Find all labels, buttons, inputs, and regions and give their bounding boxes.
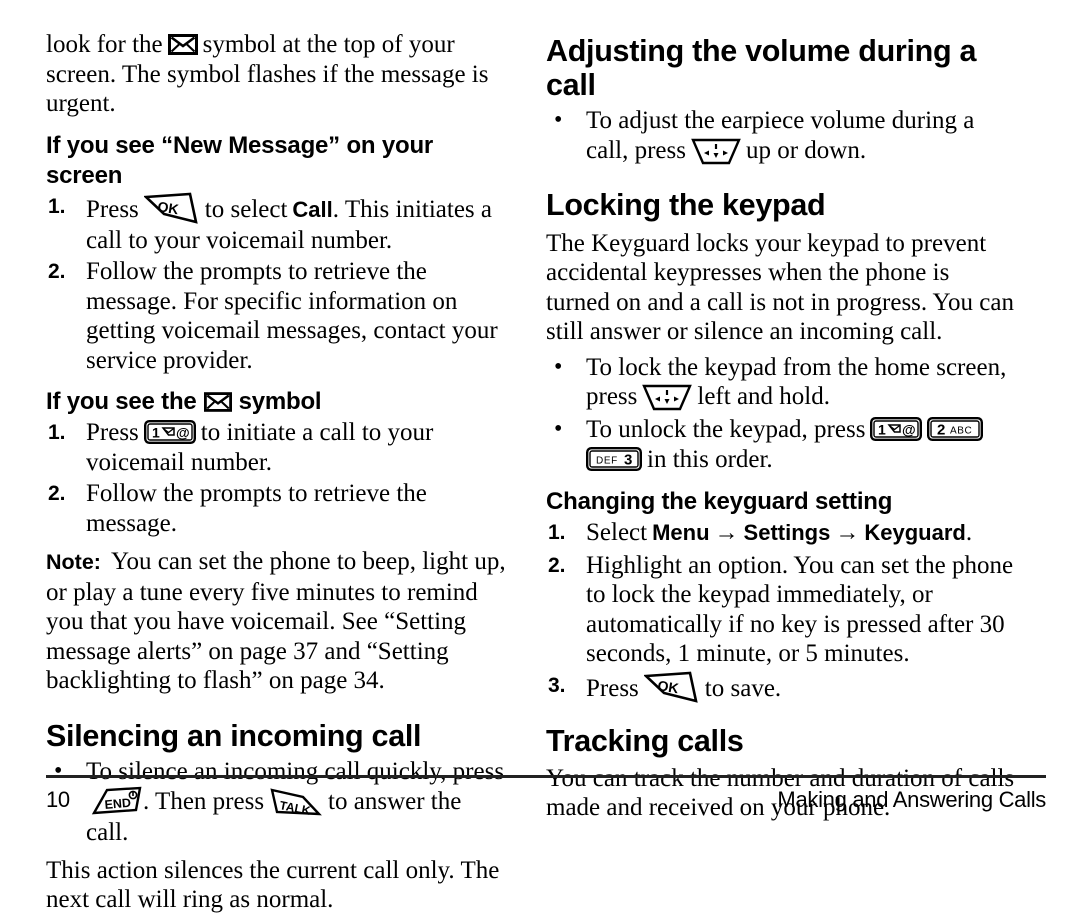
navigation-key-icon <box>642 383 693 413</box>
right-column: Adjusting the volume during a call • To … <box>546 30 1016 826</box>
key-3-def-icon: DEF 3 <box>586 446 642 471</box>
page-footer: 10 Making and Answering Calls <box>46 775 1046 813</box>
heading-label: Locking the keypad <box>546 187 826 222</box>
list-item: 3. Press OK to save. <box>546 671 1016 705</box>
envelope-icon <box>167 34 198 55</box>
footer-divider <box>46 775 1046 778</box>
subheading-changing-keyguard: Changing the keyguard setting <box>546 487 1016 517</box>
bullet-text-a: To unlock the keypad, press <box>586 416 866 443</box>
svg-text:3: 3 <box>624 451 632 468</box>
step-text-a: Press <box>86 419 139 446</box>
volume-bullets: • To adjust the earpiece volume during a… <box>546 106 1016 167</box>
svg-text:DEF: DEF <box>596 455 618 466</box>
subheading-symbol-label-b: symbol <box>238 388 322 415</box>
heading-label: Silencing an incoming call <box>46 718 422 753</box>
intro-paragraph: look for the symbol at the top of your s… <box>46 30 506 119</box>
bullet-text-b: left and hold. <box>697 383 830 410</box>
keyguard-steps: 1. Select Menu → Settings → Keyguard. 2. High… <box>546 518 1016 705</box>
svg-text:@: @ <box>902 422 916 438</box>
step-text-b: to select <box>204 195 288 223</box>
subheading-label: Changing the keyguard setting <box>546 488 893 515</box>
step-text: Follow the prompts to retrieve the messa… <box>86 480 427 537</box>
svg-text:@: @ <box>176 425 190 441</box>
manual-page: look for the symbol at the top of your s… <box>0 0 1080 913</box>
list-marker: 2. <box>548 553 566 577</box>
list-marker: 1. <box>48 421 66 444</box>
bullet-marker: • <box>554 107 563 133</box>
navigation-key-icon <box>691 137 741 167</box>
subheading-new-message: If you see “New Message” on your screen <box>46 131 506 191</box>
list-item: • To lock the keypad from the home scree… <box>546 353 1016 414</box>
list-item: 2. Highlight an option. You can set the … <box>546 551 1016 669</box>
note-paragraph: Note: You can set the phone to beep, ligh… <box>46 547 506 696</box>
intro-text-before-icon: look for the <box>46 31 163 58</box>
arrow-icon: → <box>714 520 739 546</box>
bullet-text-b: up or down. <box>745 136 867 164</box>
note-label: Note: <box>46 550 101 574</box>
list-item: 1. Select Menu → Settings → Keyguard. <box>546 518 1016 549</box>
list-item: 1. Press OK to select Call. This initiate… <box>46 192 506 256</box>
list-marker: 1. <box>548 521 566 544</box>
envelope-icon <box>203 392 232 412</box>
silencing-paragraph-text: This action silences the current call on… <box>46 856 500 914</box>
call-term: Call <box>292 196 333 222</box>
svg-text:ABC: ABC <box>950 426 972 437</box>
list-item: 1. Press 1 @ to initiate a call to your … <box>46 418 506 477</box>
step-text: Highlight an option. You can set the pho… <box>586 551 1014 668</box>
step-period: . <box>965 519 973 546</box>
settings-term: Settings <box>743 520 831 545</box>
keyguard-term: Keyguard <box>864 520 966 545</box>
subheading-new-message-label: If you see “New Message” on your screen <box>46 131 434 189</box>
step-text-a: Press <box>586 674 639 702</box>
step-text-b: to save. <box>704 674 782 702</box>
list-marker: 2. <box>48 260 66 283</box>
locking-paragraph-text: The Keyguard locks your keypad to preven… <box>546 229 1014 346</box>
list-item: • To unlock the keypad, press 1 @ 2 ABC … <box>546 415 1016 474</box>
heading-tracking-calls: Tracking calls <box>546 724 1016 758</box>
step-text-a: Press <box>86 195 139 223</box>
heading-silencing-an-incoming-call: Silencing an incoming call <box>46 719 506 753</box>
heading-label: Adjusting the volume during a call <box>546 34 977 102</box>
softkey-ok-icon: OK <box>142 192 200 226</box>
new-message-steps: 1. Press OK to select Call. This initiate… <box>46 192 506 376</box>
svg-text:1: 1 <box>878 422 886 438</box>
svg-text:2: 2 <box>937 422 945 439</box>
softkey-ok-icon: OK <box>642 671 700 705</box>
step-select-label: Select <box>586 519 648 546</box>
heading-label: Tracking calls <box>546 723 744 758</box>
chapter-title: Making and Answering Calls <box>777 787 1046 812</box>
list-item: • To adjust the earpiece volume during a… <box>546 106 1016 167</box>
menu-term: Menu <box>652 520 710 545</box>
bullet-text-b: in this order. <box>647 445 773 473</box>
page-number: 10 <box>46 787 70 812</box>
bullet-marker: • <box>554 416 563 442</box>
key-1-voicemail-icon: 1 @ <box>143 420 196 445</box>
note-text: You can set the phone to beep, light up,… <box>46 548 506 694</box>
heading-locking-the-keypad: Locking the keypad <box>546 188 1016 222</box>
heading-adjusting-the-volume: Adjusting the volume during a call <box>546 34 1016 102</box>
key-2-abc-icon: 2 ABC <box>927 417 984 442</box>
subheading-symbol-label-a: If you see the <box>46 388 197 415</box>
silencing-paragraph: This action silences the current call on… <box>46 856 506 915</box>
step-text: Follow the prompts to retrieve the messa… <box>86 258 498 374</box>
key-1-voicemail-icon: 1 @ <box>870 417 923 442</box>
svg-text:OK: OK <box>156 198 179 217</box>
locking-bullets: • To lock the keypad from the home scree… <box>546 353 1016 475</box>
locking-paragraph: The Keyguard locks your keypad to preven… <box>546 229 1016 347</box>
svg-text:1: 1 <box>152 425 160 441</box>
bullet-marker: • <box>554 353 563 380</box>
list-marker: 3. <box>548 673 566 697</box>
subheading-symbol: If you see the symbol <box>46 387 506 417</box>
footer-row: 10 Making and Answering Calls <box>46 787 1046 813</box>
arrow-icon: → <box>835 520 860 546</box>
symbol-steps: 1. Press 1 @ to initiate a call to your … <box>46 418 506 538</box>
list-marker: 1. <box>48 194 66 218</box>
list-item: 2. Follow the prompts to retrieve the me… <box>46 257 506 375</box>
list-item: 2. Follow the prompts to retrieve the me… <box>46 479 506 538</box>
list-marker: 2. <box>48 482 66 505</box>
svg-text:OK: OK <box>656 677 679 696</box>
